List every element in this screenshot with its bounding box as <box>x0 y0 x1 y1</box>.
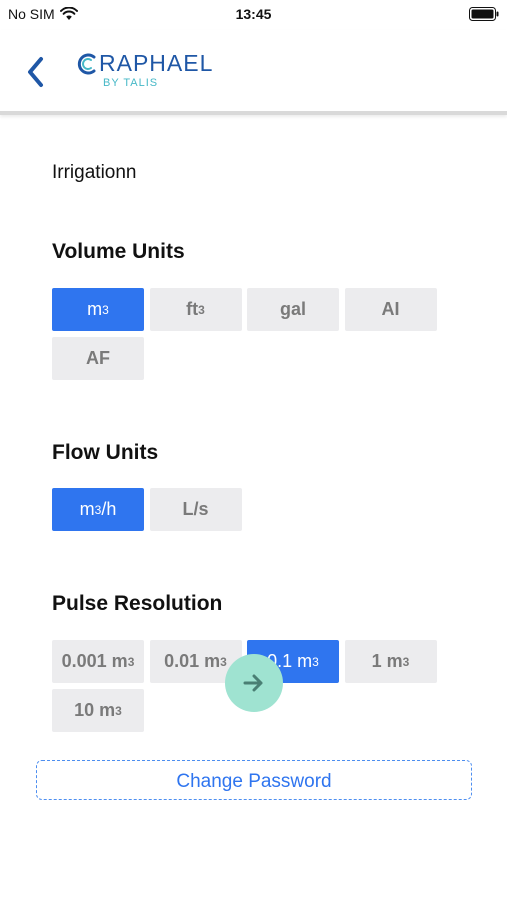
volume-unit-option-label: AI <box>381 299 400 319</box>
flow-unit-option-label: L/s <box>182 499 209 519</box>
raphael-logo: RAPHAEL BY TALIS <box>76 50 256 95</box>
logo-mark-icon <box>77 53 96 74</box>
status-time: 13:45 <box>235 6 272 22</box>
volume-unit-option-label: gal <box>279 299 306 319</box>
pulse-resolution-option-label: 10 m <box>74 700 116 720</box>
back-button[interactable] <box>22 52 52 92</box>
pulse-resolution-title: Pulse Resolution <box>52 592 223 615</box>
logo-text: RAPHAEL <box>99 50 214 76</box>
flow-unit-option-label: m <box>79 499 95 519</box>
volume-unit-option-3[interactable]: AI <box>344 288 437 331</box>
status-bar: No SIM 13:45 <box>0 0 507 30</box>
application-name: Irrigationn <box>52 162 137 183</box>
change-password-label: Change Password <box>176 771 332 792</box>
pulse-resolution-option-label: 1 m <box>371 651 403 671</box>
volume-unit-option-label: ft <box>186 299 199 319</box>
flow-units-title: Flow Units <box>52 441 159 464</box>
logo-subtitle: BY TALIS <box>103 77 159 89</box>
battery-icon <box>469 7 499 21</box>
change-password-button[interactable]: Change Password <box>36 760 472 800</box>
volume-unit-option-label: AF <box>86 348 110 368</box>
flow-unit-option-1[interactable]: L/s <box>149 488 242 531</box>
flow-unit-option-suffix: /h <box>101 499 117 519</box>
pulse-resolution-option-3[interactable]: 1 m3 <box>344 640 437 683</box>
flow-unit-option-0[interactable]: m 3/h <box>52 488 144 531</box>
header: RAPHAEL BY TALIS <box>0 30 507 115</box>
pulse-resolution-option-4[interactable]: 10 m3 <box>52 689 144 732</box>
arrow-right-icon <box>243 674 263 692</box>
volume-unit-option-label: m <box>87 299 103 319</box>
volume-unit-option-1[interactable]: ft 3 <box>149 288 242 331</box>
volume-unit-option-2[interactable]: gal <box>247 288 339 331</box>
next-button[interactable] <box>225 654 283 712</box>
pulse-resolution-option-0[interactable]: 0.001 m3 <box>52 640 144 683</box>
volume-unit-option-0[interactable]: m3 <box>52 288 144 331</box>
pulse-resolution-option-label: 0.01 m <box>164 651 221 671</box>
chevron-left-icon <box>28 57 43 87</box>
volume-units-title: Volume Units <box>52 240 185 263</box>
volume-unit-option-4[interactable]: AF <box>52 337 144 380</box>
pulse-resolution-option-label: 0.001 m <box>61 651 128 671</box>
